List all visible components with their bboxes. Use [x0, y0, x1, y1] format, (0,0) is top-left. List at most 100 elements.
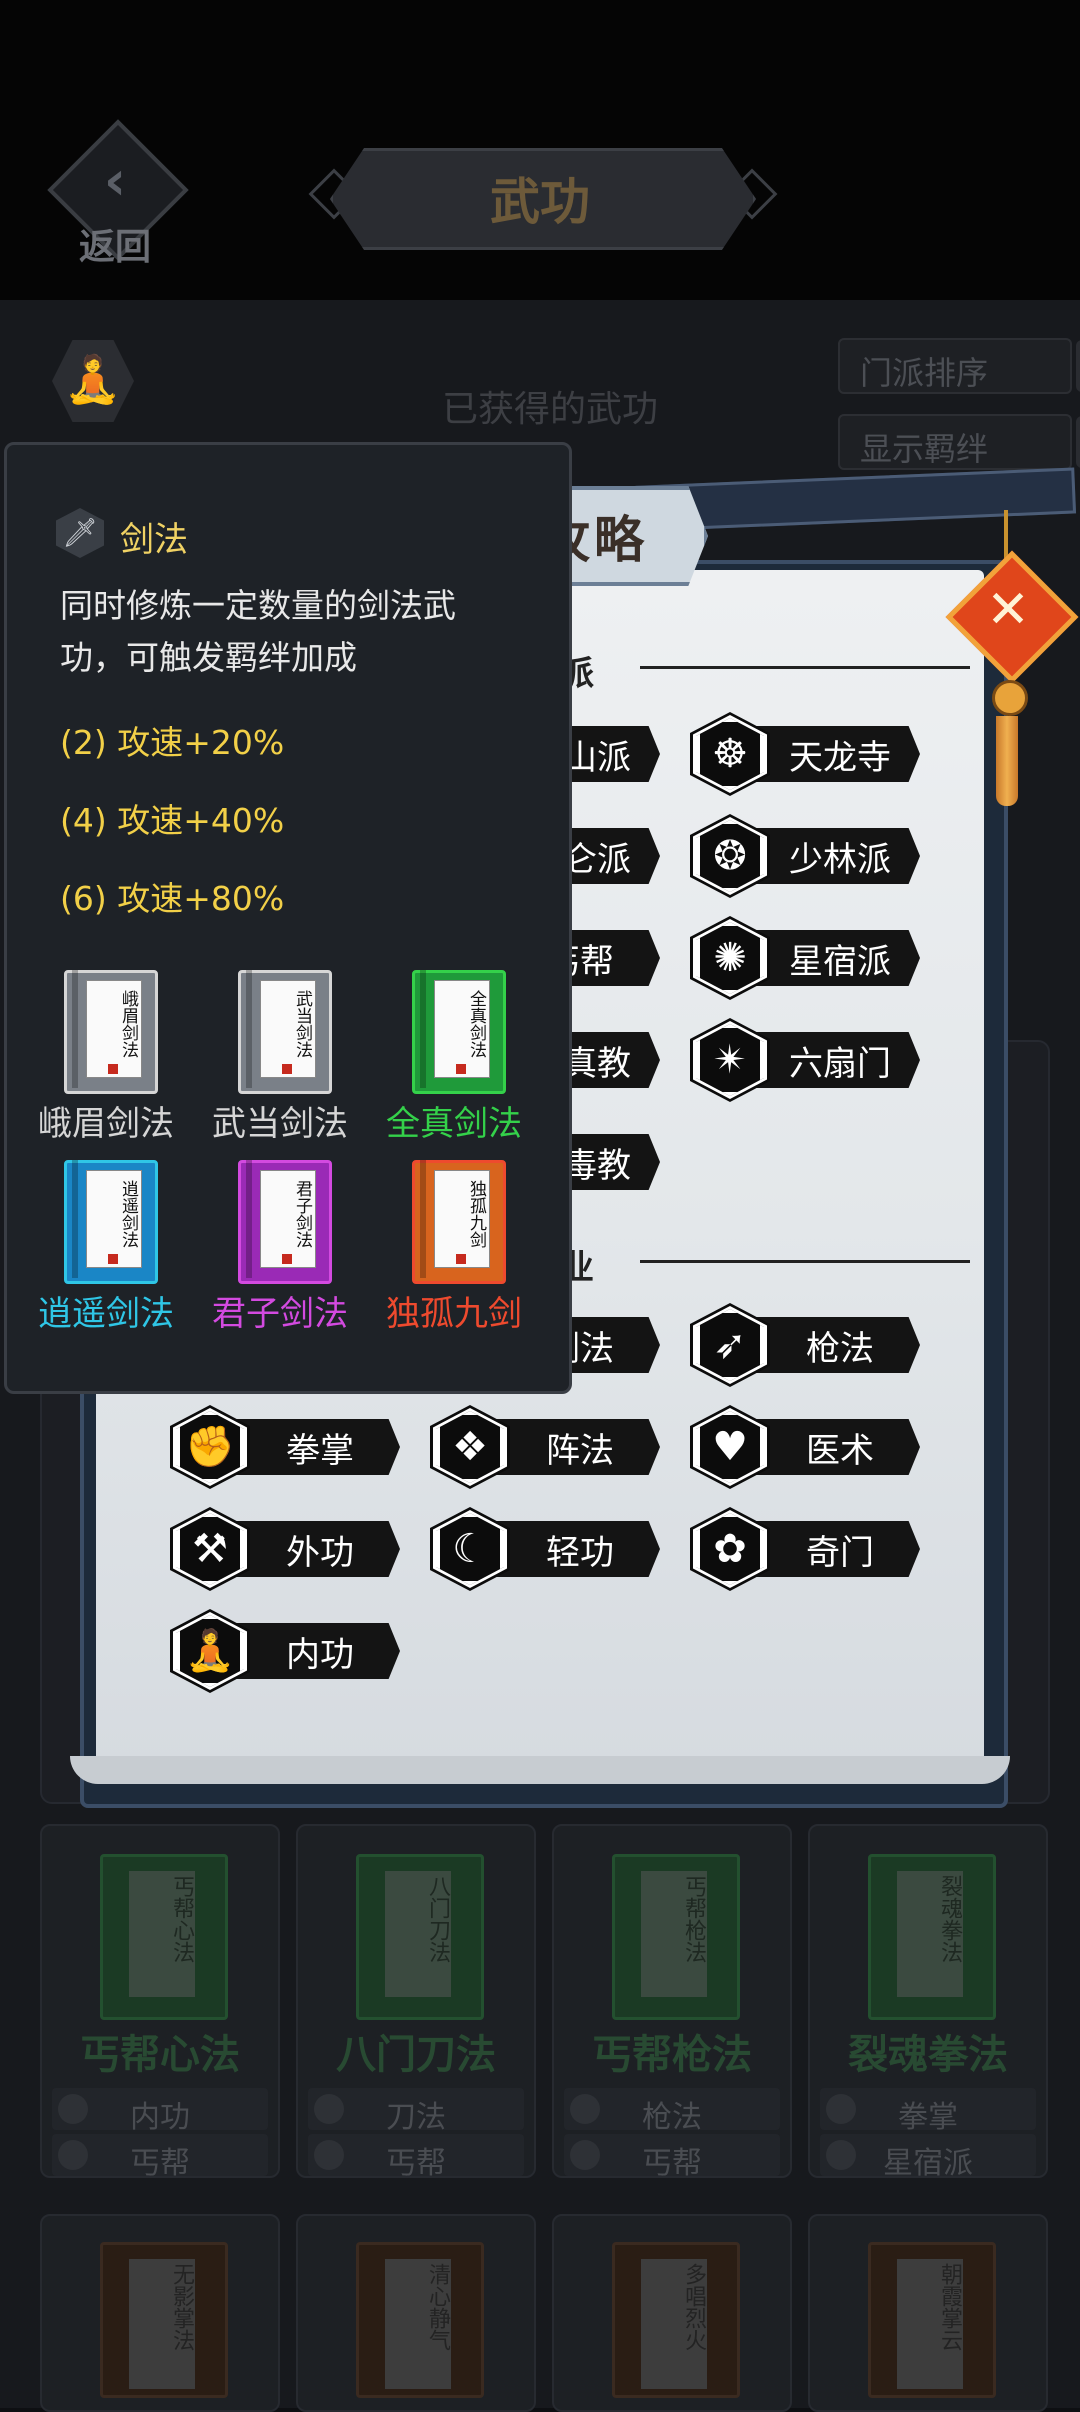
skill-sect: 丐帮: [386, 2146, 446, 2181]
bond-filter-shaolin[interactable]: ❂ 少林派: [690, 814, 930, 898]
skill-book-icon: 八门刀法: [356, 1854, 484, 2020]
pill-label: 枪法: [806, 1329, 874, 1369]
book-cover-text: 多唱烈火: [681, 2263, 706, 2351]
bond-filter-internal[interactable]: 🧘 内功: [170, 1609, 410, 1693]
owned-skill-card[interactable]: 裂魂拳法 裂魂拳法 拳掌 星宿派: [808, 1824, 1048, 2181]
meditation-figure-icon: 🧘: [64, 352, 122, 406]
skill-type-row: 枪法: [564, 2088, 780, 2135]
bond-filter-tianlong[interactable]: ☸ 天龙寺: [690, 712, 930, 796]
seal-stamp: [108, 1064, 118, 1074]
spear-icon: ➶: [713, 1322, 747, 1368]
skill-type: 内功: [130, 2100, 190, 2135]
bond-filter-spear[interactable]: ➶ 枪法: [690, 1303, 930, 1387]
skill-book-icon: 裂魂拳法: [868, 1854, 996, 2020]
bond-filter-liushan[interactable]: ✴ 六扇门: [690, 1018, 930, 1102]
bond-skill-book[interactable]: 独孤九剑: [412, 1160, 512, 1302]
owned-skill-card[interactable]: 清心静气: [296, 2214, 536, 2412]
bond-skill-name: 全真剑法: [386, 1104, 522, 1144]
skill-type: 拳掌: [898, 2100, 958, 2135]
book-spine: [72, 970, 78, 1088]
back-button[interactable]: ‹ 返回: [47, 119, 189, 268]
skill-sect: 星宿派: [883, 2146, 973, 2181]
book-cover-text: 全真剑法: [466, 990, 486, 1058]
bond-dropdown[interactable]: 显示羁绊 ▼: [838, 414, 1080, 470]
bond-bonus-4: (4) 攻速+40%: [60, 801, 285, 840]
skill-name: 八门刀法: [336, 2032, 496, 2078]
book-spine: [420, 970, 426, 1088]
page-title: 武功: [490, 172, 590, 231]
skill-type: 枪法: [642, 2100, 702, 2135]
bond-filter-xingxiu[interactable]: ✺ 星宿派: [690, 916, 930, 1000]
bond-filter-lightness[interactable]: ☾ 轻功: [430, 1507, 670, 1591]
book-spine: [246, 970, 252, 1088]
bond-filter-formation[interactable]: ❖ 阵法: [430, 1405, 670, 1489]
skill-sect-row: 丐帮: [308, 2134, 524, 2181]
pill-label: 星宿派: [789, 942, 891, 982]
skill-type: 刀法: [386, 2100, 446, 2135]
internal-icon: 🧘: [185, 1628, 235, 1674]
bond-skill-name: 君子剑法: [212, 1294, 348, 1334]
bond-bonus-2: (2) 攻速+20%: [60, 723, 285, 762]
owned-skill-card[interactable]: 无影掌法: [40, 2214, 280, 2412]
skill-sect: 丐帮: [130, 2146, 190, 2181]
book-cover-text: 独孤九剑: [466, 1180, 486, 1248]
pill-label: 医术: [806, 1431, 874, 1471]
bond-skill-name: 峨眉剑法: [38, 1104, 174, 1144]
bond-dropdown-label: 显示羁绊: [860, 430, 989, 468]
book-cover-text: 峨眉剑法: [118, 990, 138, 1058]
formation-icon: ❖: [452, 1424, 488, 1470]
owned-skill-card[interactable]: 多唱烈火: [552, 2214, 792, 2412]
owned-skill-card[interactable]: 丐帮枪法 丐帮枪法 枪法 丐帮: [552, 1824, 792, 2181]
book-cover-text: 君子剑法: [292, 1180, 312, 1248]
book-cover-text: 无影掌法: [169, 2263, 194, 2351]
skill-type-row: 拳掌: [820, 2088, 1036, 2135]
seal-stamp: [282, 1254, 292, 1264]
skill-type-row: 刀法: [308, 2088, 524, 2135]
skill-name: 丐帮枪法: [592, 2032, 752, 2078]
external-icon: ⚒: [192, 1526, 228, 1572]
sort-dropdown[interactable]: 门派排序 ▼: [838, 338, 1080, 394]
skill-name: 丐帮心法: [80, 2032, 240, 2078]
xingxiu-icon: ✺: [713, 935, 747, 981]
book-cover-text: 朝霞掌云: [937, 2263, 962, 2351]
seal-stamp: [456, 1254, 466, 1264]
skill-name: 裂魂拳法: [848, 2032, 1008, 2078]
bond-skill-name: 逍遥剑法: [38, 1294, 174, 1334]
tooltip-title: 剑法: [120, 520, 188, 560]
medicine-icon: ♥: [712, 1424, 748, 1470]
bond-skill-book[interactable]: 君子剑法: [238, 1160, 338, 1302]
bond-skill-book[interactable]: 逍遥剑法: [64, 1160, 164, 1302]
skill-book-icon: 朝霞掌云: [868, 2242, 996, 2398]
pill-label: 奇门: [806, 1533, 874, 1573]
skill-book-icon: 多唱烈火: [612, 2242, 740, 2398]
bond-bonus-6: (6) 攻速+80%: [60, 879, 285, 918]
bond-skill-book[interactable]: 武当剑法: [238, 970, 338, 1112]
book-spine: [72, 1160, 78, 1278]
bond-filter-qimen[interactable]: ✿ 奇门: [690, 1507, 930, 1591]
bond-skill-name: 独孤九剑: [386, 1294, 522, 1334]
bond-skill-book[interactable]: 峨眉剑法: [64, 970, 164, 1112]
skill-sect-row: 丐帮: [564, 2134, 780, 2181]
pill-label: 外功: [286, 1533, 354, 1573]
fist-icon: ✊: [185, 1424, 235, 1470]
bond-filter-external[interactable]: ⚒ 外功: [170, 1507, 410, 1591]
scroll-bottom-rod: [70, 1756, 1010, 1784]
seal-stamp: [108, 1254, 118, 1264]
book-cover-text: 清心静气: [425, 2263, 450, 2351]
owned-skill-card[interactable]: 朝霞掌云: [808, 2214, 1048, 2412]
skill-book-icon: 丐帮枪法: [612, 1854, 740, 2020]
qimen-icon: ✿: [713, 1526, 747, 1572]
chevron-down-icon: ▼: [1076, 340, 1080, 392]
bond-filter-medicine[interactable]: ♥ 医术: [690, 1405, 930, 1489]
bond-skill-book[interactable]: 全真剑法: [412, 970, 512, 1112]
skill-sect-row: 星宿派: [820, 2134, 1036, 2181]
bond-filter-fist[interactable]: ✊ 拳掌: [170, 1405, 410, 1489]
pill-label: 拳掌: [286, 1431, 354, 1471]
sword-icon: 🗡: [62, 516, 98, 549]
owned-skill-card[interactable]: 丐帮心法 丐帮心法 内功 丐帮: [40, 1824, 280, 2181]
skill-book-icon: 清心静气: [356, 2242, 484, 2398]
book-cover-text: 逍遥剑法: [118, 1180, 138, 1248]
owned-skill-card[interactable]: 八门刀法 八门刀法 刀法 丐帮: [296, 1824, 536, 2181]
book-cover-text: 丐帮心法: [169, 1875, 194, 1963]
bond-skill-name: 武当剑法: [212, 1104, 348, 1144]
